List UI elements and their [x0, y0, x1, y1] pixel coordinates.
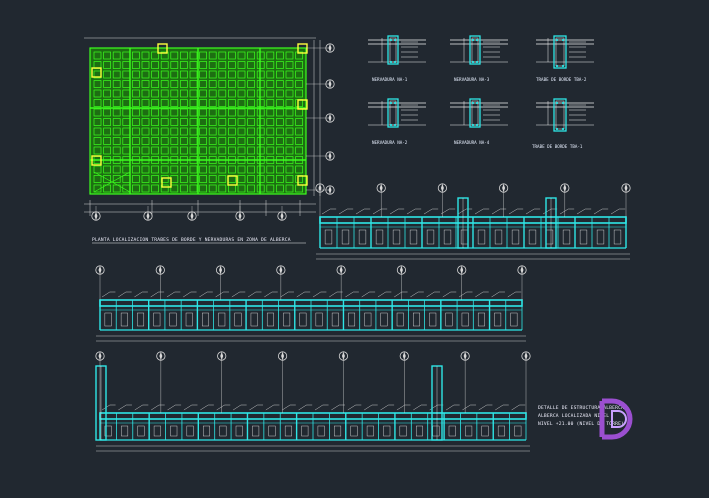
section-rebar [393, 101, 397, 105]
section-rebar [471, 60, 475, 64]
section-label-tba-2: TRABE DE BORDE TBA-2 [536, 77, 587, 82]
section-label-tba-1: TRABE DE BORDE TBA-1 [532, 144, 583, 149]
section-label-na-3: NERVADURA NA-3 [454, 77, 490, 82]
floor-plan-pool-zone[interactable]: PLANTA LOCALIZACION TRABES DE BORDE Y NE… [84, 37, 335, 244]
section-rebar [389, 38, 393, 42]
section-rebar [389, 60, 393, 64]
section-label-na-1: NERVADURA NA-1 [372, 77, 408, 82]
section-rebar [393, 38, 397, 42]
section-rebar [561, 101, 565, 105]
section-rebar [561, 127, 565, 131]
detail-title-line-2: ALBERCA LOCALIZADA NIVEL [538, 413, 609, 419]
section-rebar [555, 127, 559, 131]
section-rebar [561, 64, 565, 68]
cad-drawing-canvas[interactable]: PLANTA LOCALIZACION TRABES DE BORDE Y NE… [0, 0, 709, 498]
plan-title: PLANTA LOCALIZACION TRABES DE BORDE Y NE… [92, 237, 291, 243]
section-rebar [471, 123, 475, 127]
section-rebar [393, 123, 397, 127]
section-rebar [555, 101, 559, 105]
section-rebar [393, 60, 397, 64]
section-rebar [475, 101, 479, 105]
section-label-na-4: NERVADURA NA-4 [454, 140, 490, 145]
section-rebar [471, 38, 475, 42]
section-rebar [471, 101, 475, 105]
section-rebar [475, 38, 479, 42]
section-rebar [555, 38, 559, 42]
section-rebar [475, 60, 479, 64]
section-rebar [475, 123, 479, 127]
section-rebar [389, 101, 393, 105]
section-rebar [561, 38, 565, 42]
section-rebar [555, 64, 559, 68]
section-rebar [389, 123, 393, 127]
section-label-na-2: NERVADURA NA-2 [372, 140, 408, 145]
